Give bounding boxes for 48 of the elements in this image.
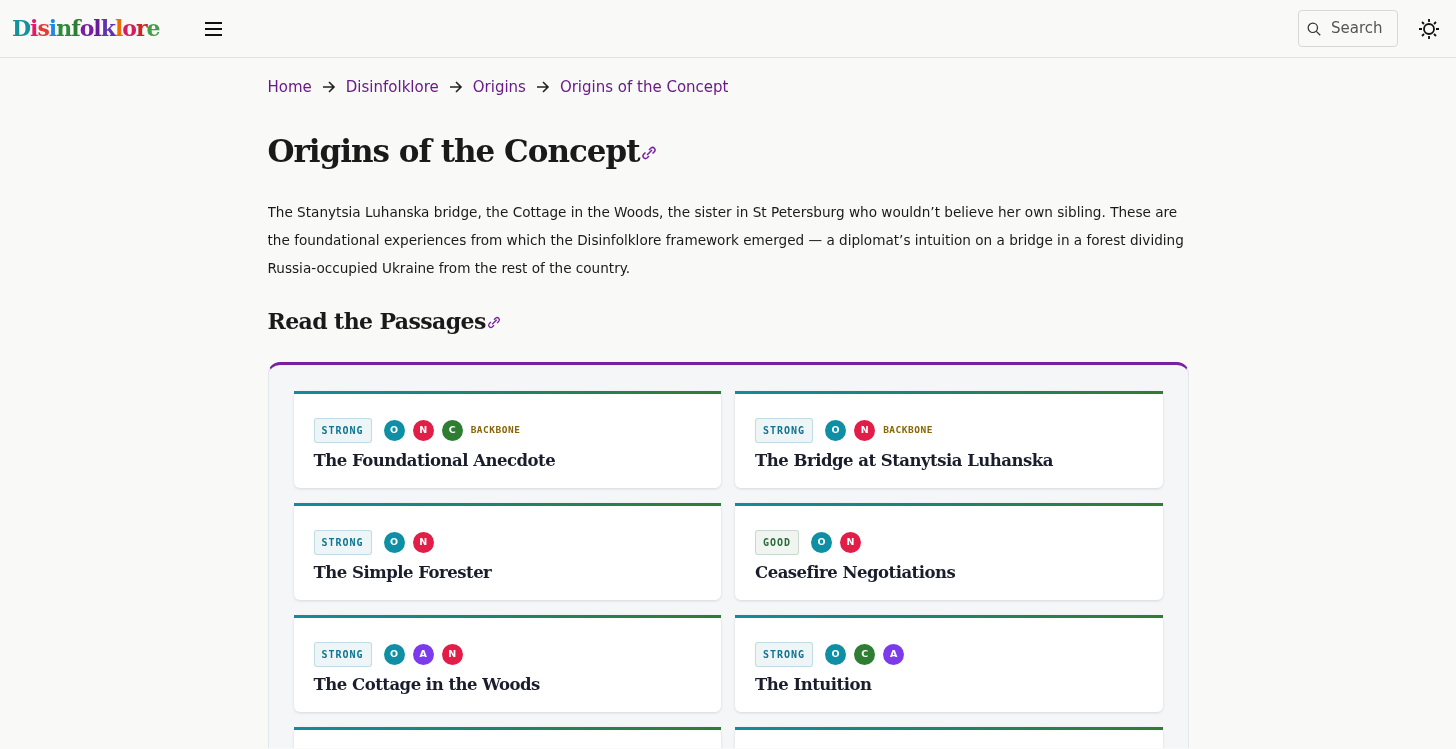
category-dot: C xyxy=(441,420,463,442)
search-box[interactable]: Search xyxy=(1298,10,1398,47)
arrow-icon xyxy=(448,81,463,94)
category-dot: N xyxy=(854,420,876,442)
rating-badge: GOOD xyxy=(755,530,800,556)
intro-paragraph: The Stanytsia Luhanska bridge, the Cottage in the Woods, the sister in St Petersburg who wouldn’t believe her own sibling. These are the foundational experiences from which the Disinfolklore framework emerged — a diplomat’s intuition on a bridge in a forest dividing Russia-occupied Ukraine from the rest of the country. xyxy=(267,202,1185,278)
category-dot: O xyxy=(383,644,405,666)
category-dot: A xyxy=(883,644,905,666)
category-dot: O xyxy=(825,644,847,666)
page-title: Origins of the Concept xyxy=(267,132,640,169)
breadcrumb-link[interactable]: Origins xyxy=(472,76,526,99)
card-tag: BACKBONE xyxy=(883,423,933,438)
card-title: The Simple Forester xyxy=(313,562,493,585)
breadcrumb-link[interactable]: Disinfolklore xyxy=(345,76,439,99)
passage-card[interactable]: GOOD O N Ceasefire Negotiations xyxy=(735,503,1163,601)
rating-badge: STRONG xyxy=(755,642,814,668)
passage-card[interactable]: STRONG O N BACKBONE The Bridge at Stanytsia Luhanska xyxy=(735,391,1163,489)
rating-badge: STRONG xyxy=(313,642,372,668)
category-dot: O xyxy=(383,532,405,554)
card-title: The Intuition xyxy=(755,674,873,697)
category-dot: O xyxy=(811,532,833,554)
arrow-icon xyxy=(321,81,336,94)
rating-badge: STRONG xyxy=(313,418,372,444)
category-dot: N xyxy=(441,644,463,666)
breadcrumb-link[interactable]: Home xyxy=(267,76,312,99)
section-heading: Read the Passages xyxy=(267,307,486,334)
category-dot: N xyxy=(412,532,434,554)
search-field[interactable]: Search xyxy=(1329,16,1389,41)
category-dot: N xyxy=(412,420,434,442)
category-dot: A xyxy=(412,644,434,666)
rating-badge: STRONG xyxy=(755,418,814,444)
passage-card[interactable]: STRONG O C A The Intuition xyxy=(735,615,1163,713)
site-logo[interactable]: Disinfolklore xyxy=(12,12,160,45)
card-title: The Foundational Anecdote xyxy=(313,450,557,473)
category-dot: N xyxy=(840,532,862,554)
card-title: The Cottage in the Woods xyxy=(313,674,541,697)
category-dot: O xyxy=(383,420,405,442)
passage-card[interactable]: STRONG O N The Simple Forester xyxy=(293,503,721,601)
breadcrumb-link[interactable]: Origins of the Concept xyxy=(559,76,729,99)
card-title: Ceasefire Negotiations xyxy=(755,562,957,585)
card-title: The Bridge at Stanytsia Luhanska xyxy=(755,450,1054,473)
rating-badge: STRONG xyxy=(313,530,372,556)
passage-card[interactable]: STRONG O N C BACKBONE The Foundational Anecdote xyxy=(293,391,721,489)
category-dot: O xyxy=(825,420,847,442)
category-dot: C xyxy=(854,644,876,666)
passage-card[interactable]: STRONG O A N The Cottage in the Woods xyxy=(293,615,721,713)
arrow-icon xyxy=(535,81,550,94)
card-tag: BACKBONE xyxy=(470,423,521,438)
